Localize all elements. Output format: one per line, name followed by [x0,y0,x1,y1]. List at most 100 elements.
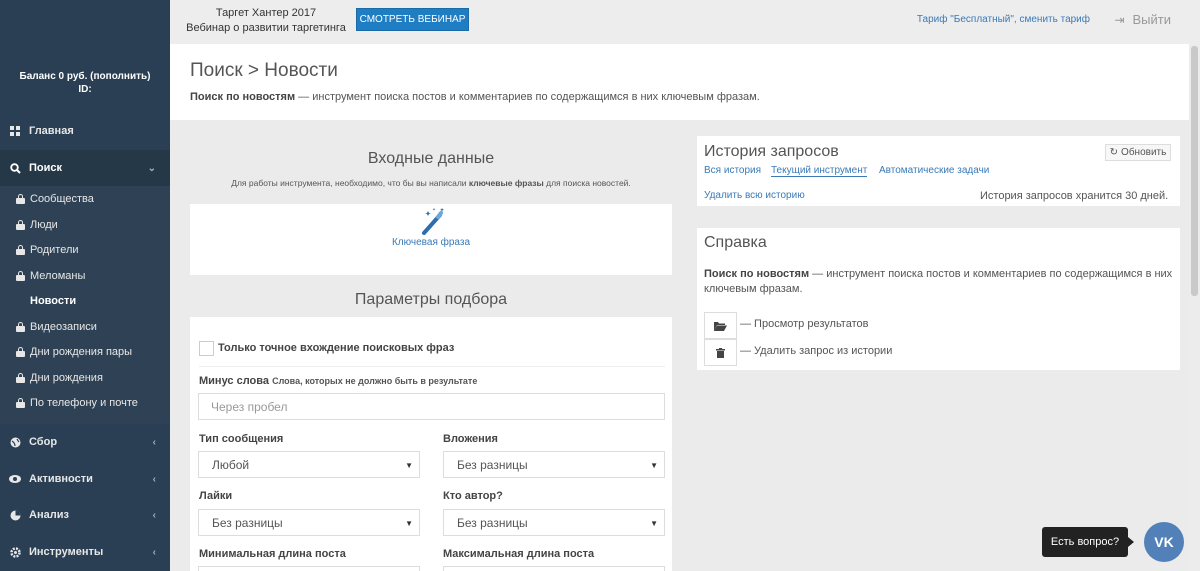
sidebar-item-label: Поиск [29,162,63,174]
divider [199,366,665,367]
tab-all-history[interactable]: Вся история [704,165,761,176]
minus-words-label: Минус слова Слова, которых не должно быт… [199,375,477,387]
select-value: Без разницы [457,457,528,472]
minus-words-input[interactable]: Через пробел [198,393,665,420]
lock-icon [16,347,25,357]
scrollbar-thumb[interactable] [1191,46,1198,296]
sidebar-item-home[interactable]: Главная [0,113,170,149]
subtitle-text: для поиска новостей. [543,178,631,188]
attachments-select[interactable]: Без разницы ▼ [443,451,665,478]
likes-select[interactable]: Без разницы ▼ [198,509,420,536]
author-select[interactable]: Без разницы ▼ [443,509,665,536]
sidebar-item-collect[interactable]: Сбор ‹ [0,424,170,460]
minus-words-hint: Слова, которых не должно быть в результа… [272,376,478,386]
magic-wand-icon[interactable] [420,207,445,235]
submenu-label: Видеозаписи [30,321,97,333]
submenu-item-phone-email[interactable]: По телефону и почте [16,395,138,411]
select-value: Любой [212,457,250,472]
submenu-item-couple-birthdays[interactable]: Дни рождения пары [16,344,132,360]
refresh-button[interactable]: ↻ Обновить [1105,144,1171,161]
balance-text[interactable]: Баланс 0 руб. (пополнить) [0,70,170,83]
refresh-label: Обновить [1121,147,1167,158]
webinar-subtitle: Вебинар о развитии таргетинга [186,22,346,34]
topbar: Таргет Хантер 2017 Вебинар о развитии та… [170,0,1200,44]
lock-icon [16,220,25,230]
keyphrase-link[interactable]: Ключевая фраза [190,237,672,248]
globe-icon [9,436,21,448]
chevron-left-icon: ‹ [152,436,156,448]
user-id: ID: [78,84,92,95]
likes-label: Лайки [199,490,233,502]
pie-chart-icon [9,509,21,521]
submenu-item-videos[interactable]: Видеозаписи [16,319,97,335]
chevron-left-icon: ‹ [152,509,156,521]
refresh-icon: ↻ [1109,147,1119,158]
chevron-left-icon: ‹ [152,473,156,485]
webinar-promo: Таргет Хантер 2017 Вебинар о развитии та… [182,6,350,36]
sidebar-item-analysis[interactable]: Анализ ‹ [0,497,170,533]
submenu-item-news[interactable]: Новости [30,293,76,309]
max-length-label: Максимальная длина поста [443,548,595,560]
submenu-label: Родители [30,244,79,256]
submenu-item-parents[interactable]: Родители [16,242,79,258]
submenu-item-communities[interactable]: Сообщества [16,191,94,207]
lock-icon [16,245,25,255]
legend-delete-request: — Удалить запрос из истории [740,345,893,357]
sidebar-item-tools[interactable]: Инструменты ‹ [0,534,170,570]
message-type-select[interactable]: Любой ▼ [198,451,420,478]
search-icon [9,162,21,174]
params-section-title: Параметры подбора [354,291,508,308]
sidebar-item-activities[interactable]: Активности ‹ [0,461,170,497]
chevron-down-icon: ⌄ [147,162,156,174]
dashboard-icon [9,125,21,137]
subtitle-text: Для работы инструмента, необходимо, что … [231,178,469,188]
submenu-label: Дни рождения пары [30,346,133,358]
exact-match-label[interactable]: Только точное вхождение поисковых фраз [218,342,454,354]
caret-down-icon: ▼ [650,519,658,528]
submenu-item-people[interactable]: Люди [16,217,58,233]
message-type-label: Тип сообщения [199,433,284,445]
input-section-subtitle: Для работы инструмента, необходимо, что … [190,178,672,188]
sidebar: Баланс 0 руб. (пополнить) ID: Главная По… [0,0,170,571]
trash-icon [704,339,737,366]
select-value: Без разницы [457,515,528,530]
watch-webinar-button[interactable]: СМОТРЕТЬ ВЕБИНАР [356,8,469,31]
page-description: Поиск по новостям — инструмент поиска по… [190,91,760,103]
chat-question-bubble[interactable]: Есть вопрос? [1042,527,1134,557]
history-retention-note: История запросов хранится 30 дней. [980,190,1169,202]
webinar-title: Таргет Хантер 2017 [215,7,317,19]
page-title: Поиск > Новости [190,60,338,81]
vk-chat-button[interactable]: VK [1144,522,1184,562]
caret-down-icon: ▼ [650,461,658,470]
minus-words-title: Минус слова [199,375,270,387]
subtitle-bold: ключевые фразы [468,178,544,188]
max-length-input[interactable] [443,566,665,571]
tab-auto-tasks[interactable]: Автоматические задачи [879,165,989,176]
caret-down-icon: ▼ [405,519,413,528]
submenu-label: Люди [30,219,58,231]
input-section-title: Входные данные [367,150,495,167]
min-length-input[interactable] [198,566,420,571]
legend-view-results: — Просмотр результатов [740,318,869,330]
help-desc-bold: Поиск по новостям [704,268,810,280]
submenu-label: Меломаны [30,270,86,282]
submenu-item-music-lovers[interactable]: Меломаны [16,268,85,284]
select-value: Без разницы [212,515,283,530]
lock-icon [16,373,25,383]
logout-label: Выйти [1132,12,1172,27]
chevron-left-icon: ‹ [152,546,156,558]
sidebar-item-search[interactable]: Поиск ⌄ [0,150,170,186]
sidebar-item-label: Анализ [29,509,69,521]
tariff-link[interactable]: Тариф "Бесплатный", сменить тариф [917,14,1090,25]
submenu-label: Дни рождения [30,372,103,384]
help-title: Справка [704,234,767,251]
balance-info: Баланс 0 руб. (пополнить) ID: [0,70,170,96]
tab-current-tool[interactable]: Текущий инструмент [771,165,868,177]
sign-out-icon: ⇥ [1114,12,1125,27]
history-title: История запросов [704,143,839,160]
submenu-item-birthdays[interactable]: Дни рождения [16,370,103,386]
delete-all-history-link[interactable]: Удалить всю историю [704,190,805,201]
logout-button[interactable]: ⇥ Выйти [1114,12,1171,27]
exact-match-checkbox[interactable] [199,341,214,356]
lock-icon [16,398,25,408]
